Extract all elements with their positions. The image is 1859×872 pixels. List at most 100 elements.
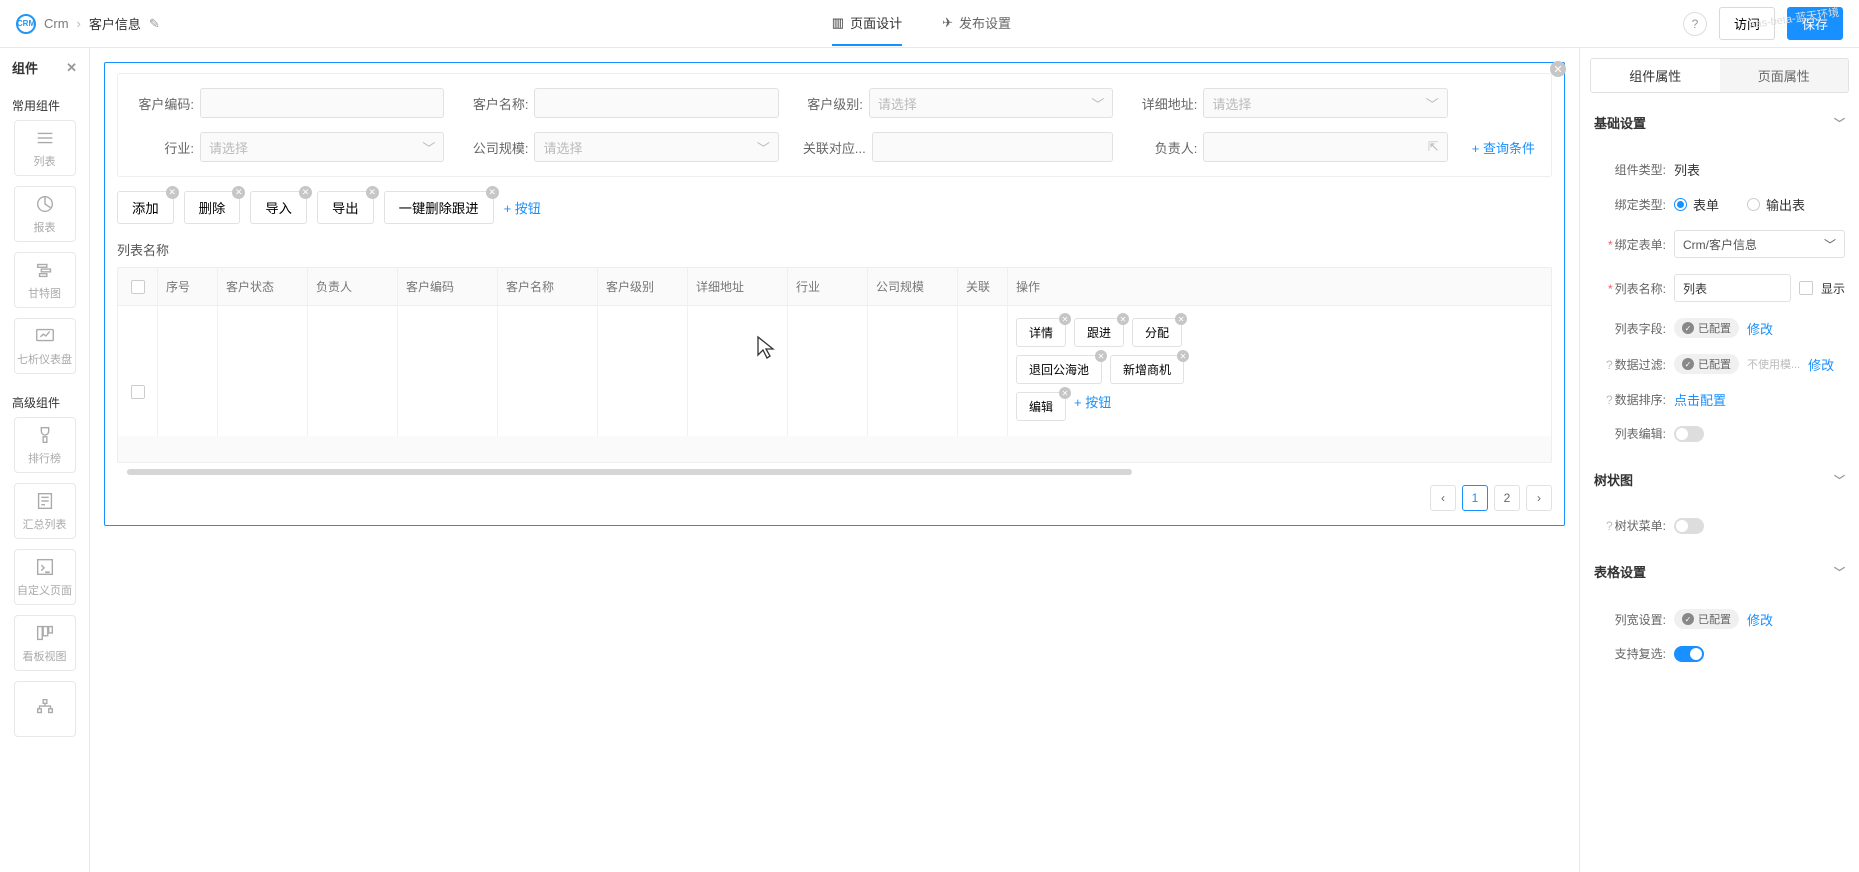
edit-icon[interactable]: ✎	[149, 16, 160, 32]
user-picker-icon[interactable]: ⇱	[1428, 139, 1439, 155]
svg-text:_: _	[44, 568, 49, 574]
prop-label: 绑定类型:	[1594, 196, 1666, 213]
toolbar-btn-delete[interactable]: 删除✕	[184, 191, 241, 224]
chevron-down-icon: ﹀	[1834, 115, 1845, 131]
close-icon[interactable]: ✕	[486, 186, 499, 199]
toolbar-btn-export[interactable]: 导出✕	[317, 191, 374, 224]
prop-label: ?数据过滤:	[1594, 356, 1666, 373]
th: 负责人	[308, 268, 398, 305]
page-1-button[interactable]: 1	[1462, 485, 1488, 511]
close-icon[interactable]: ✕	[1059, 387, 1071, 399]
action-btn-followup[interactable]: 跟进✕	[1074, 318, 1124, 347]
sidebar-item-org[interactable]	[14, 681, 76, 737]
th: 关联	[958, 268, 1008, 305]
breadcrumb: CRM Crm › 客户信息 ✎	[16, 14, 160, 34]
action-btn-assign[interactable]: 分配✕	[1132, 318, 1182, 347]
table-footer	[118, 436, 1551, 462]
radio-output-table[interactable]	[1747, 198, 1760, 211]
visit-button[interactable]: 访问	[1719, 7, 1775, 40]
sidebar-item-ranking[interactable]: 排行榜	[14, 417, 76, 473]
action-btn-new-opp[interactable]: 新增商机✕	[1110, 355, 1184, 384]
send-icon: ✈	[942, 15, 953, 31]
horizontal-scrollbar[interactable]	[127, 469, 1132, 475]
action-btn-edit[interactable]: 编辑✕	[1016, 392, 1066, 421]
customer-code-input[interactable]	[200, 88, 444, 118]
close-icon[interactable]: ✕	[166, 186, 179, 199]
page-2-button[interactable]: 2	[1494, 485, 1520, 511]
design-canvas[interactable]: ✕ 客户编码: 客户名称: 客户级别:请选择﹀ 详细地址:请选择﹀ 行业:请选择…	[90, 48, 1579, 872]
add-condition-link[interactable]: + 查询条件	[1472, 138, 1535, 157]
sidebar-item-report[interactable]: 报表	[14, 186, 76, 242]
save-button[interactable]: 保存	[1787, 7, 1843, 40]
filter-form: 客户编码: 客户名称: 客户级别:请选择﹀ 详细地址:请选择﹀ 行业:请选择﹀ …	[117, 73, 1552, 177]
th: 序号	[158, 268, 218, 305]
close-icon[interactable]: ✕	[1177, 350, 1189, 362]
sidebar-item-gantt[interactable]: 甘特图	[14, 252, 76, 308]
sidebar-item-custom-page[interactable]: _自定义页面	[14, 549, 76, 605]
sidebar-item-kanban[interactable]: 看板视图	[14, 615, 76, 671]
multi-select-toggle[interactable]	[1674, 646, 1704, 662]
address-select[interactable]: 请选择﹀	[1203, 88, 1447, 118]
breadcrumb-app[interactable]: Crm	[44, 16, 69, 31]
toolbar-btn-add[interactable]: 添加✕	[117, 191, 174, 224]
show-checkbox[interactable]	[1799, 281, 1813, 295]
collapse-panel-button[interactable]: ›	[1579, 398, 1580, 438]
bind-form-select[interactable]: Crm/客户信息﹀	[1674, 230, 1845, 258]
remove-component-icon[interactable]: ✕	[1550, 61, 1566, 77]
close-icon[interactable]: ✕	[66, 60, 77, 76]
selected-component-wrap[interactable]: ✕ 客户编码: 客户名称: 客户级别:请选择﹀ 详细地址:请选择﹀ 行业:请选择…	[104, 62, 1565, 526]
select-all-checkbox[interactable]	[131, 280, 145, 294]
config-sort-link[interactable]: 点击配置	[1674, 390, 1726, 409]
data-table: 序号 客户状态 负责人 客户编码 客户名称 客户级别 详细地址 行业 公司规模 …	[117, 267, 1552, 463]
sidebar-item-list[interactable]: 列表	[14, 120, 76, 176]
radio-form[interactable]	[1674, 198, 1687, 211]
section-basic-settings[interactable]: 基础设置 ﹀	[1580, 103, 1859, 142]
modify-col-width-link[interactable]: 修改	[1747, 610, 1773, 629]
action-btn-return-pool[interactable]: 退回公海池✕	[1016, 355, 1102, 384]
close-icon[interactable]: ✕	[299, 186, 312, 199]
table-row: 详情✕ 跟进✕ 分配✕ 退回公海池✕ 新增商机✕ 编辑✕ + 按钮	[118, 306, 1551, 436]
close-icon[interactable]: ✕	[1095, 350, 1107, 362]
app-logo-icon: CRM	[16, 14, 36, 34]
close-icon[interactable]: ✕	[1059, 313, 1071, 325]
close-icon[interactable]: ✕	[1117, 313, 1129, 325]
tab-publish-settings[interactable]: ✈ 发布设置	[942, 1, 1011, 46]
th: 客户名称	[498, 268, 598, 305]
chevron-down-icon: ﹀	[1091, 94, 1104, 113]
prop-label: ?数据排序:	[1594, 391, 1666, 408]
list-name-input[interactable]: 列表	[1674, 274, 1791, 302]
group-advanced-title: 高级组件	[0, 384, 89, 417]
table-header: 序号 客户状态 负责人 客户编码 客户名称 客户级别 详细地址 行业 公司规模 …	[118, 268, 1551, 306]
relation-input[interactable]	[872, 132, 1114, 162]
row-checkbox[interactable]	[131, 385, 145, 399]
close-icon[interactable]: ✕	[232, 186, 245, 199]
section-tree[interactable]: 树状图 ﹀	[1580, 460, 1859, 499]
tab-component-props[interactable]: 组件属性	[1591, 59, 1720, 92]
tab-page-props[interactable]: 页面属性	[1720, 59, 1849, 92]
modify-list-fields-link[interactable]: 修改	[1747, 319, 1773, 338]
modify-data-filter-link[interactable]: 修改	[1808, 355, 1834, 374]
toolbar-btn-clear-followup[interactable]: 一键删除跟进✕	[384, 191, 494, 224]
sidebar-item-summary-list[interactable]: 汇总列表	[14, 483, 76, 539]
action-btn-detail[interactable]: 详情✕	[1016, 318, 1066, 347]
owner-input[interactable]: ⇱	[1203, 132, 1447, 162]
customer-level-select[interactable]: 请选择﹀	[869, 88, 1113, 118]
customer-name-input[interactable]	[534, 88, 778, 118]
help-icon[interactable]: ?	[1683, 12, 1707, 36]
section-table-settings[interactable]: 表格设置 ﹀	[1580, 552, 1859, 591]
add-toolbar-button-link[interactable]: + 按钮	[504, 198, 541, 217]
next-page-button[interactable]: ›	[1526, 485, 1552, 511]
prev-page-button[interactable]: ‹	[1430, 485, 1456, 511]
tree-menu-toggle[interactable]	[1674, 518, 1704, 534]
prop-label: 支持复选:	[1594, 645, 1666, 662]
company-size-select[interactable]: 请选择﹀	[534, 132, 778, 162]
close-icon[interactable]: ✕	[1175, 313, 1187, 325]
sidebar-item-dashboard[interactable]: 七析仪表盘	[14, 318, 76, 374]
properties-panel: › 组件属性 页面属性 基础设置 ﹀ 组件类型:列表 绑定类型: 表单 输出表 …	[1579, 48, 1859, 872]
tab-page-design[interactable]: ▥ 页面设计	[832, 1, 902, 46]
toolbar-btn-import[interactable]: 导入✕	[250, 191, 307, 224]
close-icon[interactable]: ✕	[366, 186, 379, 199]
list-edit-toggle[interactable]	[1674, 426, 1704, 442]
industry-select[interactable]: 请选择﹀	[200, 132, 444, 162]
add-action-link[interactable]: + 按钮	[1074, 392, 1111, 421]
